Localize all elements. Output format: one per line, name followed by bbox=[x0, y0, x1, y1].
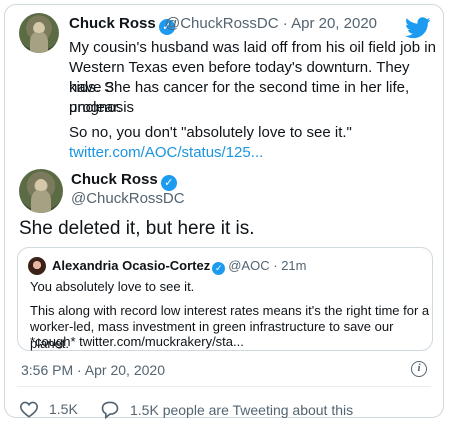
quoted-author: Alexandria Ocasio-Cortez ✓ @AOC · 21m bbox=[52, 258, 306, 275]
quoted-line-4: *cough* twitter.com/muckrakery/sta... bbox=[30, 334, 244, 349]
tweet-card: Chuck Ross ✓ @ChuckRossDC · Apr 20, 2020 … bbox=[4, 4, 444, 419]
info-icon[interactable]: i bbox=[411, 361, 427, 377]
like-button[interactable]: 1.5K bbox=[19, 400, 78, 418]
like-count: 1.5K bbox=[49, 401, 78, 417]
tweeting-about-link[interactable]: 1.5K people are Tweeting about this bbox=[100, 400, 353, 419]
verified-badge-icon: ✓ bbox=[160, 175, 177, 191]
verified-badge-icon: ✓ bbox=[212, 262, 226, 275]
quoted-tweet[interactable]: Alexandria Ocasio-Cortez ✓ @AOC · 21m You … bbox=[17, 247, 433, 351]
quoted-line-1: You absolutely love to see it. bbox=[30, 279, 195, 294]
meta-separator: · bbox=[273, 258, 278, 273]
main-author-handle[interactable]: @ChuckRossDC bbox=[71, 190, 185, 207]
top-tweet-date[interactable]: Apr 20, 2020 bbox=[291, 15, 377, 32]
main-author-name[interactable]: Chuck Ross bbox=[71, 171, 158, 188]
quoted-author-name: Alexandria Ocasio-Cortez bbox=[52, 258, 211, 273]
top-tweet-line-3: kids. She has cancer for the second time… bbox=[69, 79, 410, 116]
divider bbox=[17, 386, 431, 387]
main-tweet-text: She deleted it, but here it is. bbox=[19, 218, 255, 239]
quoted-line-2: This along with record low interest rate… bbox=[30, 303, 430, 318]
twitter-bird-icon[interactable] bbox=[405, 17, 431, 39]
heart-icon bbox=[19, 401, 39, 418]
tweeting-about-text: 1.5K people are Tweeting about this bbox=[130, 401, 354, 418]
quoted-handle: @AOC bbox=[228, 258, 270, 273]
main-tweet-author[interactable]: Chuck Ross ✓ bbox=[71, 171, 177, 191]
avatar-main[interactable] bbox=[19, 169, 63, 213]
speech-bubble-icon bbox=[101, 401, 119, 419]
top-tweet-line-4: unclear. bbox=[69, 99, 122, 116]
top-tweet-meta: @ChuckRossDC · Apr 20, 2020 bbox=[165, 15, 377, 32]
top-tweet-link[interactable]: twitter.com/AOC/status/125... bbox=[69, 143, 263, 163]
quoted-avatar bbox=[28, 257, 46, 275]
meta-separator: · bbox=[282, 15, 288, 32]
quoted-age: 21m bbox=[281, 258, 307, 273]
top-tweet-line-5: So no, you don't "absolutely love to see… bbox=[69, 124, 352, 141]
avatar-top[interactable] bbox=[19, 13, 59, 53]
top-author-handle[interactable]: @ChuckRossDC bbox=[165, 15, 279, 32]
tweet-timestamp[interactable]: 3:56 PM · Apr 20, 2020 bbox=[21, 362, 165, 378]
top-tweet-line-1: My cousin's husband was laid off from hi… bbox=[69, 39, 436, 56]
top-author-name[interactable]: Chuck Ross bbox=[69, 15, 156, 32]
top-tweet-author[interactable]: Chuck Ross ✓ bbox=[69, 15, 175, 35]
